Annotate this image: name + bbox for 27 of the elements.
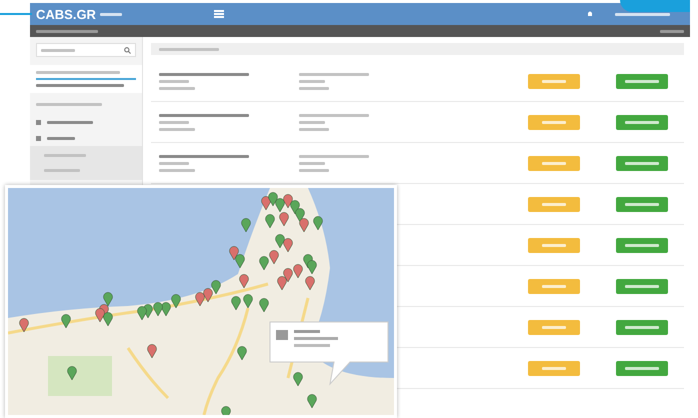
confirm-button[interactable] xyxy=(616,238,668,252)
corner-accent xyxy=(620,0,690,12)
assign-button[interactable] xyxy=(528,156,580,170)
logo: CABS.GR xyxy=(36,6,96,22)
confirm-button[interactable] xyxy=(616,278,668,294)
assign-button[interactable] xyxy=(528,278,580,294)
toolbar-icons[interactable] xyxy=(660,30,684,32)
confirm-button[interactable] xyxy=(616,196,668,212)
assign-button[interactable] xyxy=(528,114,580,130)
assign-button[interactable] xyxy=(528,360,580,376)
blurred-text xyxy=(36,103,102,106)
blurred-text xyxy=(100,12,122,16)
menu-icon[interactable] xyxy=(214,10,224,18)
assign-button[interactable] xyxy=(528,196,580,212)
assign-button[interactable] xyxy=(528,74,580,88)
blurred-text xyxy=(36,30,98,32)
search-field[interactable] xyxy=(36,43,136,57)
confirm-button[interactable] xyxy=(616,360,668,376)
confirm-button[interactable] xyxy=(616,156,668,170)
user-menu[interactable] xyxy=(615,12,670,16)
leader-line xyxy=(0,13,32,15)
search-icon[interactable] xyxy=(124,46,131,54)
confirm-button[interactable] xyxy=(616,320,668,334)
confirm-button[interactable] xyxy=(616,74,668,88)
assign-button[interactable] xyxy=(528,320,580,334)
assign-button[interactable] xyxy=(528,238,580,252)
confirm-button[interactable] xyxy=(616,114,668,130)
